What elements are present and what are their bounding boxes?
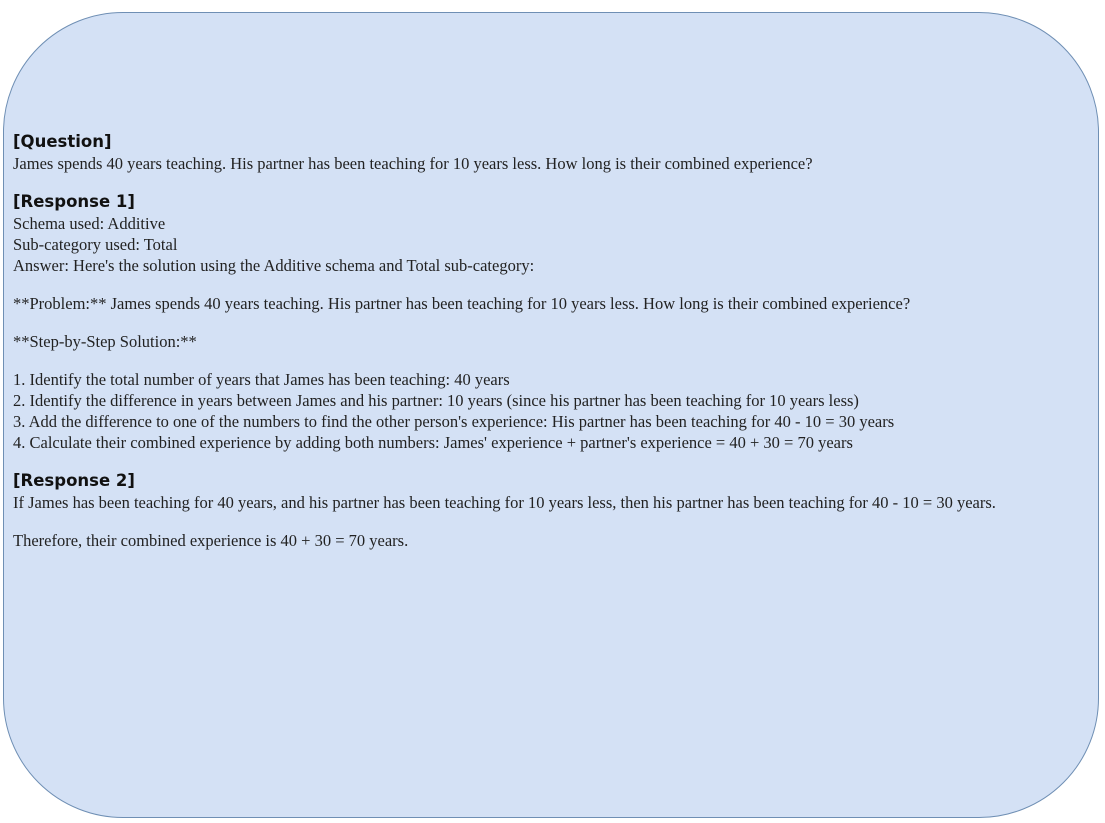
response-2-paragraph-2: Therefore, their combined experience is …	[13, 531, 409, 550]
solution-step: 4. Calculate their combined experience b…	[13, 433, 853, 452]
response-1-heading: [Response 1]	[13, 192, 135, 211]
question-text: James spends 40 years teaching. His part…	[13, 154, 813, 173]
solution-step: 1. Identify the total number of years th…	[13, 370, 510, 389]
question-heading: [Question]	[13, 132, 112, 151]
solution-step: 3. Add the difference to one of the numb…	[13, 412, 895, 431]
solution-step: 2. Identify the difference in years betw…	[13, 391, 859, 410]
subcategory-line: Sub-category used: Total	[13, 235, 178, 254]
content-card: [Question] James spends 40 years teachin…	[3, 12, 1099, 818]
schema-line: Schema used: Additive	[13, 214, 166, 233]
problem-paragraph: **Problem:** James spends 40 years teach…	[13, 294, 911, 313]
response-2-heading: [Response 2]	[13, 471, 135, 490]
card-content: [Question] James spends 40 years teachin…	[13, 131, 1103, 551]
solution-heading: **Step-by-Step Solution:**	[13, 332, 197, 351]
answer-line: Answer: Here's the solution using the Ad…	[13, 256, 535, 275]
response-2-paragraph-1: If James has been teaching for 40 years,…	[13, 493, 996, 512]
solution-steps: 1. Identify the total number of years th…	[13, 369, 1103, 453]
